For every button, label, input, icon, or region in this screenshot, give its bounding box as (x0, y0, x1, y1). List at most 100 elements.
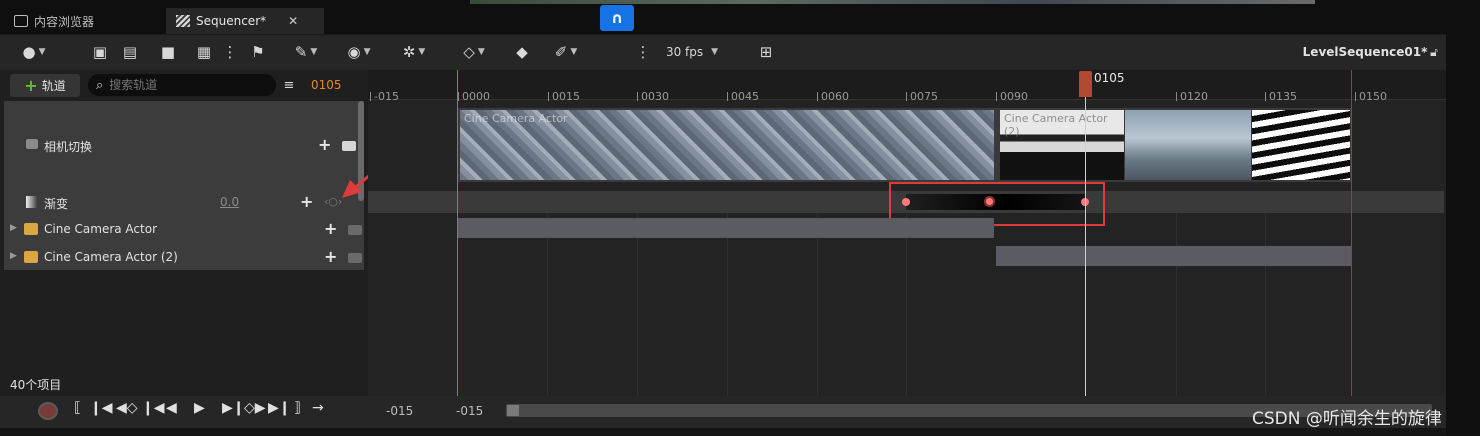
playback-start-marker[interactable] (457, 70, 458, 396)
render-movie-button[interactable]: ■ (156, 34, 180, 70)
fade-value[interactable]: 0.0 (220, 195, 239, 209)
jump-to-start-button[interactable]: ⟦ (74, 400, 81, 416)
plus-icon: + (24, 76, 38, 95)
globe-icon: ● (22, 43, 36, 61)
loop-button[interactable]: → (312, 400, 324, 416)
lock-button[interactable]: 🔓︎ (1426, 34, 1442, 70)
step-back-button[interactable]: ❙◀ (142, 400, 165, 416)
viewport-preview-strip (470, 0, 1315, 4)
expand-arrow-icon[interactable]: ▶ (10, 223, 17, 233)
tick-label: 0030 (641, 90, 669, 103)
next-key-button[interactable]: ▶❙ (268, 400, 291, 416)
track-camera-cut[interactable]: 相机切换 + (4, 101, 364, 191)
chevron-down-icon: ▼ (310, 47, 318, 57)
camera-icon[interactable] (348, 225, 362, 235)
magnet-snap-icon: ∩ (610, 9, 624, 27)
track-label: Cine Camera Actor (44, 222, 157, 236)
sequence-name[interactable]: LevelSequence01* (1303, 34, 1428, 70)
track-cine-camera-1[interactable]: ▶ Cine Camera Actor + (4, 217, 364, 241)
edit-mode-button[interactable]: ✐ ▼ (546, 34, 586, 70)
tick-label: 0015 (552, 90, 580, 103)
curve-editor-button[interactable]: ⊞ (754, 34, 778, 70)
jump-to-end-button[interactable]: ⟧ (294, 400, 301, 416)
snap-options-button[interactable]: ⋮ (635, 34, 651, 70)
tick-mark (817, 92, 818, 101)
track-fade[interactable]: 渐变 0.0 + ‹○› (4, 191, 364, 213)
playhead-handle[interactable] (1079, 71, 1092, 97)
fps-value: 30 fps (665, 45, 704, 59)
hierarchy-icon: ⚑ (251, 43, 265, 61)
filter-button[interactable]: ≡ (280, 74, 298, 96)
prev-keyframe-icon[interactable]: ◀◇ (116, 400, 138, 416)
play-button[interactable]: ▶ (194, 400, 205, 416)
section-bar-camera-1[interactable] (458, 218, 994, 238)
find-in-browser-button[interactable]: ▤ (118, 34, 142, 70)
add-key-button[interactable]: + (324, 219, 337, 238)
more-vert-icon: ⋮ (635, 43, 651, 61)
work-start-field[interactable]: -015 (456, 404, 483, 418)
auto-key-button[interactable]: ◆ (510, 34, 534, 70)
framerate-select[interactable]: 30 fps ▼ (660, 34, 724, 70)
track-cine-camera-2[interactable]: ▶ Cine Camera Actor (2) + (4, 245, 364, 269)
tick-mark (637, 92, 638, 101)
chevron-down-icon: ▼ (570, 47, 578, 57)
scrollbar-thumb[interactable] (507, 405, 519, 416)
tick-label: 0120 (1180, 90, 1208, 103)
expand-arrow-icon[interactable]: ▶ (10, 251, 17, 261)
filter-icon: ≡ (283, 77, 295, 93)
track-label: Cine Camera Actor (2) (44, 250, 178, 264)
section-bar-camera-2[interactable] (996, 246, 1352, 266)
add-track-button[interactable]: + 轨道 (10, 74, 80, 97)
view-start-field[interactable]: -015 (386, 404, 413, 418)
close-icon[interactable]: ✕ (288, 14, 298, 28)
tools-menu-button[interactable]: ✎ ▼ (286, 34, 326, 70)
playback-options-button[interactable]: ✲ ▼ (394, 34, 434, 70)
key-behavior-button[interactable]: ◇ ▼ (454, 34, 494, 70)
hierarchy-button[interactable]: ⚑ (246, 34, 270, 70)
chevron-down-icon: ▼ (363, 47, 371, 57)
playhead-line[interactable] (1085, 96, 1086, 396)
view-options-button[interactable]: ◉ ▼ (338, 34, 380, 70)
camera-icon[interactable] (348, 253, 362, 263)
tick-mark (1355, 92, 1356, 101)
pencil-icon: ✐ (554, 43, 568, 61)
tick-mark (906, 92, 907, 101)
track-list: 相机切换 + 渐变 0.0 + ‹○› ▶ Cine Camera Actor … (4, 101, 364, 270)
world-menu-button[interactable]: ● ▼ (14, 34, 54, 70)
add-key-button[interactable]: + (324, 247, 337, 266)
next-keyframe-icon[interactable]: ◇▶ (244, 400, 266, 416)
tick-label: -015 (374, 90, 399, 103)
track-label: 相机切换 (44, 140, 93, 154)
tick-label: 0150 (1359, 90, 1387, 103)
add-key-button[interactable]: + (300, 192, 313, 211)
tick-mark (1265, 92, 1266, 101)
clapper-icon: ▣ (92, 43, 108, 61)
camera-clip-2[interactable]: Cine Camera Actor (2) (1000, 110, 1124, 180)
camera-clip-1[interactable]: Cine Camera Actor (460, 110, 994, 180)
step-forward-button[interactable]: ▶❙ (222, 400, 245, 416)
snap-toggle[interactable]: ∩ (600, 5, 634, 31)
search-input[interactable] (109, 78, 260, 92)
tab-sequencer[interactable]: Sequencer* ✕ (166, 8, 324, 34)
grid-line (637, 213, 638, 396)
save-button[interactable]: ▣ (88, 34, 112, 70)
wrench-icon: ✎ (294, 43, 308, 61)
folder-icon (14, 15, 28, 27)
more-options-button[interactable]: ⋮ (222, 34, 238, 70)
key-fill-icon: ◆ (516, 43, 528, 61)
play-reverse-button[interactable]: ◀ (166, 400, 177, 416)
window-edge (1446, 34, 1480, 436)
add-key-button[interactable]: + (318, 135, 331, 154)
tick-mark (458, 92, 459, 101)
tick-label: 0135 (1269, 90, 1297, 103)
track-search[interactable]: ⌕ (88, 74, 276, 96)
current-frame-field[interactable]: 0105 (311, 78, 342, 92)
camera-cut-icon (26, 139, 38, 149)
record-button[interactable] (38, 402, 58, 420)
tick-mark (996, 92, 997, 101)
tab-content-browser[interactable]: 内容浏览器 (4, 8, 104, 34)
playback-end-marker[interactable] (1351, 70, 1352, 396)
actions-button[interactable]: ▦ (192, 34, 216, 70)
prev-key-button[interactable]: ❙◀ (90, 400, 113, 416)
curve-editor-icon: ⊞ (759, 43, 773, 61)
